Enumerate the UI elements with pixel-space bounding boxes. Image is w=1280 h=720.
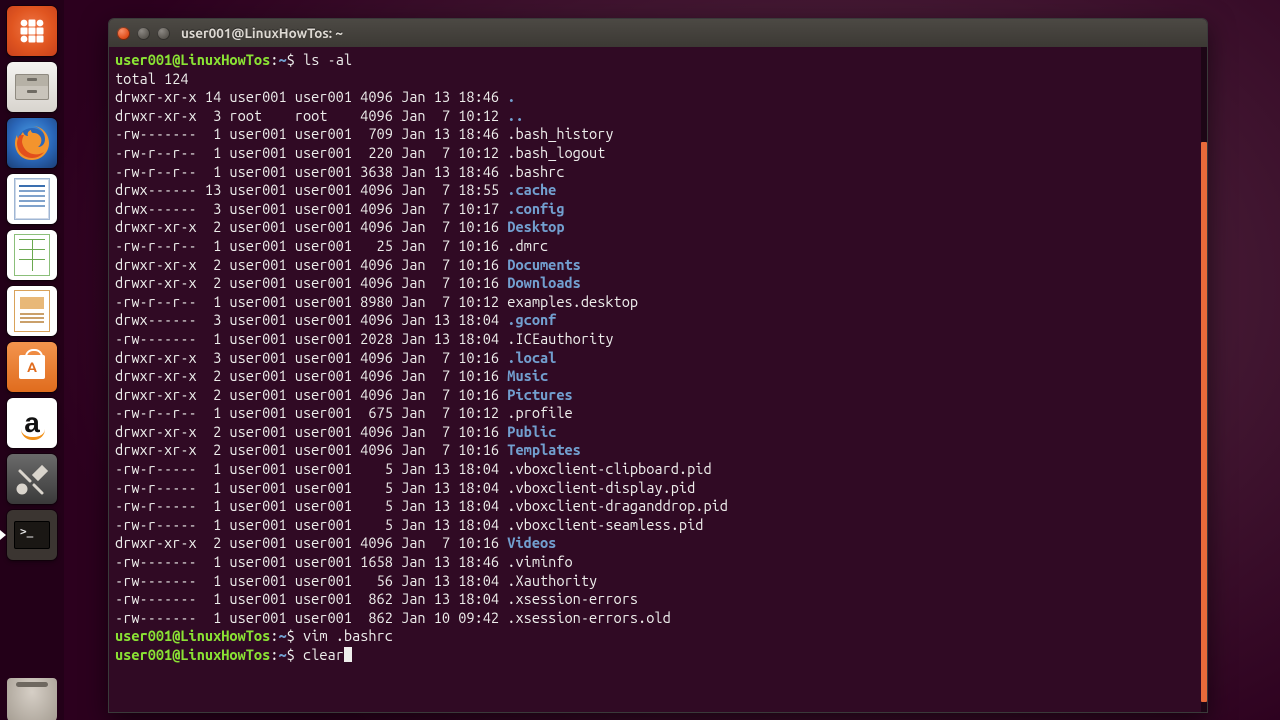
listing-row: -rw-r--r-- 1 user001 user001 8980 Jan 7 …	[115, 293, 1195, 312]
amazon-glyph: a	[24, 409, 40, 437]
listing-row: -rw------- 1 user001 user001 56 Jan 13 1…	[115, 572, 1195, 591]
listing-row: -rw-r----- 1 user001 user001 5 Jan 13 18…	[115, 516, 1195, 535]
listing-row: -rw-r----- 1 user001 user001 5 Jan 13 18…	[115, 479, 1195, 498]
libreoffice-calc-icon[interactable]	[7, 230, 57, 280]
listing-row: -rw-r--r-- 1 user001 user001 220 Jan 7 1…	[115, 144, 1195, 163]
files-icon[interactable]	[7, 62, 57, 112]
terminal-scrollbar-thumb[interactable]	[1201, 142, 1207, 702]
window-close-button[interactable]	[117, 27, 130, 40]
listing-row: -rw------- 1 user001 user001 1658 Jan 13…	[115, 553, 1195, 572]
system-settings-icon[interactable]	[7, 454, 57, 504]
listing-row: drwxr-xr-x 2 user001 user001 4096 Jan 7 …	[115, 218, 1195, 237]
firefox-icon[interactable]	[7, 118, 57, 168]
window-maximize-button[interactable]	[157, 27, 170, 40]
listing-row: drwx------ 13 user001 user001 4096 Jan 7…	[115, 181, 1195, 200]
window-title: user001@LinuxHowTos: ~	[181, 25, 343, 41]
listing-row: -rw------- 1 user001 user001 862 Jan 13 …	[115, 590, 1195, 609]
listing-row: -rw-r----- 1 user001 user001 5 Jan 13 18…	[115, 497, 1195, 516]
listing-row: -rw------- 1 user001 user001 862 Jan 10 …	[115, 609, 1195, 628]
listing-row: drwxr-xr-x 2 user001 user001 4096 Jan 7 …	[115, 386, 1195, 405]
listing-row: drwxr-xr-x 2 user001 user001 4096 Jan 7 …	[115, 274, 1195, 293]
listing-row: drwx------ 3 user001 user001 4096 Jan 13…	[115, 311, 1195, 330]
desktop: a >_ user001@LinuxHowTos: ~ user001@Linu…	[0, 0, 1280, 720]
listing-row: -rw------- 1 user001 user001 2028 Jan 13…	[115, 330, 1195, 349]
window-minimize-button[interactable]	[137, 27, 150, 40]
listing-row: -rw------- 1 user001 user001 709 Jan 13 …	[115, 125, 1195, 144]
listing-row: drwxr-xr-x 2 user001 user001 4096 Jan 7 …	[115, 256, 1195, 275]
terminal-window: user001@LinuxHowTos: ~ user001@LinuxHowT…	[108, 18, 1208, 713]
listing-row: -rw-r--r-- 1 user001 user001 3638 Jan 13…	[115, 163, 1195, 182]
window-titlebar[interactable]: user001@LinuxHowTos: ~	[109, 19, 1207, 47]
trash-icon[interactable]	[7, 678, 57, 720]
listing-row: -rw-r--r-- 1 user001 user001 25 Jan 7 10…	[115, 237, 1195, 256]
listing-row: drwxr-xr-x 2 user001 user001 4096 Jan 7 …	[115, 534, 1195, 553]
listing-row: drwxr-xr-x 2 user001 user001 4096 Jan 7 …	[115, 423, 1195, 442]
unity-launcher: a >_	[0, 0, 64, 720]
listing-row: drwx------ 3 user001 user001 4096 Jan 7 …	[115, 200, 1195, 219]
libreoffice-impress-icon[interactable]	[7, 286, 57, 336]
libreoffice-writer-icon[interactable]	[7, 174, 57, 224]
terminal-icon[interactable]: >_	[7, 510, 57, 560]
listing-row: drwxr-xr-x 3 user001 user001 4096 Jan 7 …	[115, 349, 1195, 368]
ubuntu-software-icon[interactable]	[7, 342, 57, 392]
amazon-icon[interactable]: a	[7, 398, 57, 448]
terminal-output[interactable]: user001@LinuxHowTos:~$ ls -altotal 124dr…	[109, 47, 1201, 712]
listing-row: drwxr-xr-x 2 user001 user001 4096 Jan 7 …	[115, 441, 1195, 460]
listing-row: -rw-r----- 1 user001 user001 5 Jan 13 18…	[115, 460, 1195, 479]
listing-row: drwxr-xr-x 3 root root 4096 Jan 7 10:12 …	[115, 107, 1195, 126]
dash-icon[interactable]	[7, 6, 57, 56]
listing-row: drwxr-xr-x 2 user001 user001 4096 Jan 7 …	[115, 367, 1195, 386]
listing-row: drwxr-xr-x 14 user001 user001 4096 Jan 1…	[115, 88, 1195, 107]
listing-row: -rw-r--r-- 1 user001 user001 675 Jan 7 1…	[115, 404, 1195, 423]
